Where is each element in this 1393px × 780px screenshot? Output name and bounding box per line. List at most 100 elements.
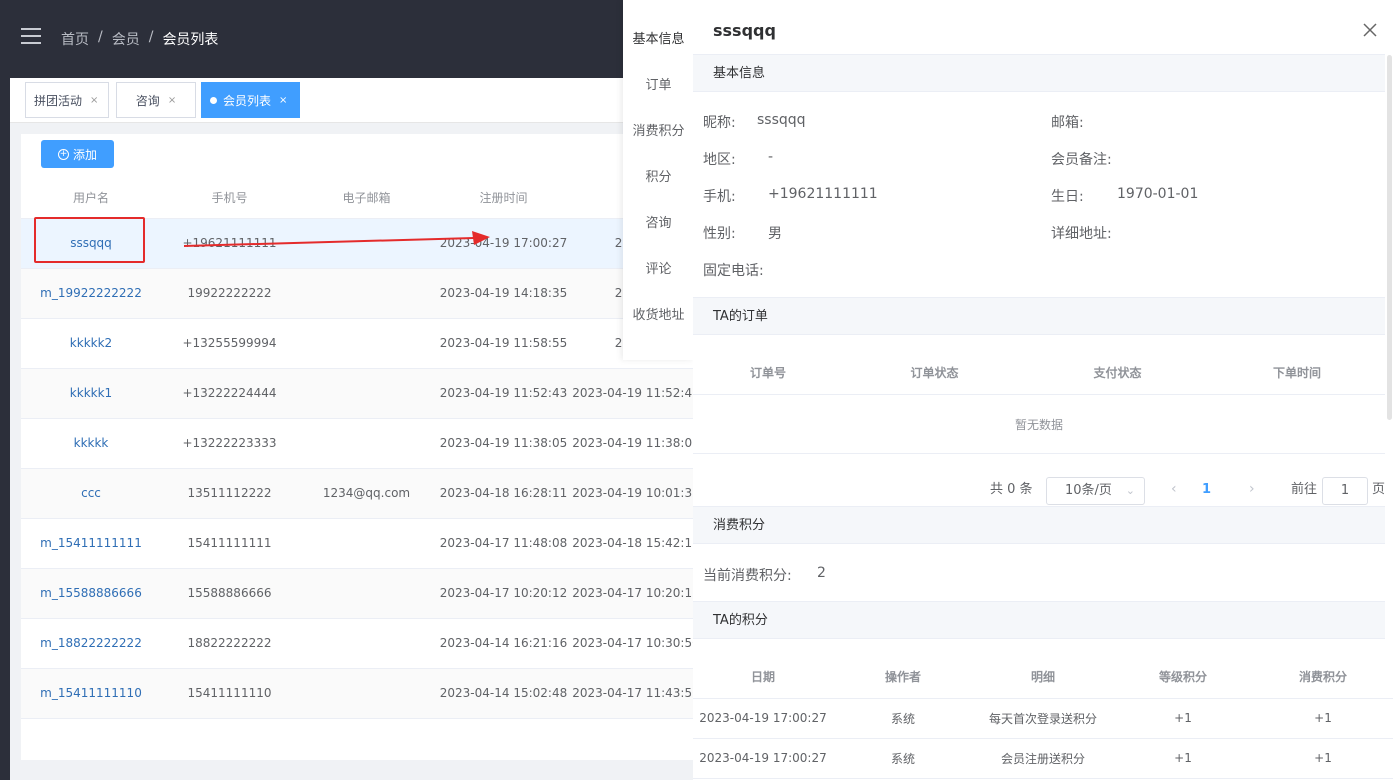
- table-row[interactable]: ccc 13511112222 1234@qq.com 2023-04-18 16:2…: [21, 468, 700, 519]
- table-row[interactable]: m_15588886666 15588886666 2023-04-17 10:20…: [21, 568, 700, 619]
- col-phone[interactable]: 手机号: [161, 178, 298, 219]
- cell-last-login: 2023-04-18 15:42:12: [572, 518, 700, 569]
- cell-phone: 15411111110: [161, 668, 298, 719]
- page-unit: 页: [1372, 482, 1386, 497]
- cell-phone: +13222223333: [161, 418, 298, 469]
- highlight-box: [34, 217, 145, 263]
- col-email[interactable]: 电子邮箱: [298, 178, 435, 219]
- col-operator[interactable]: 操作者: [833, 656, 973, 699]
- drawer-scrollbar[interactable]: [1387, 55, 1392, 420]
- tab-comments[interactable]: 评论: [623, 258, 694, 277]
- cell-email: [298, 318, 435, 369]
- cell-email: [298, 418, 435, 469]
- table-row[interactable]: m_19922222222 19922222222 2023-04-19 14:18…: [21, 268, 700, 319]
- close-icon[interactable]: [1361, 21, 1379, 39]
- consume-points-label: 当前消费积分:: [703, 568, 792, 584]
- close-icon[interactable]: ×: [279, 95, 287, 106]
- cell-consume-points: +1: [1253, 698, 1393, 739]
- prev-page-icon[interactable]: ‹: [1171, 481, 1177, 497]
- breadcrumb: 首页 / 会员 / 会员列表: [61, 29, 219, 49]
- sidebar-edge: [0, 78, 10, 780]
- tab-basic-info[interactable]: 基本信息: [623, 28, 694, 47]
- main-content: 拼团活动× 咨询× 会员列表× + 添加 用户名 手机号 电子邮箱 注册时间 上…: [10, 78, 700, 780]
- breadcrumb-member-list: 会员列表: [162, 32, 219, 48]
- tag-group-buy[interactable]: 拼团活动 ×: [25, 82, 109, 118]
- tag-consult[interactable]: 咨询 ×: [116, 82, 196, 118]
- gender-value: 男: [768, 226, 782, 242]
- tags-view: 拼团活动 × 咨询 × 会员列表 ×: [10, 78, 700, 123]
- col-order-time[interactable]: 下单时间: [1209, 352, 1385, 395]
- col-register-time[interactable]: 注册时间: [435, 178, 572, 219]
- cell-username[interactable]: kkkkk1: [21, 368, 161, 419]
- tab-address[interactable]: 收货地址: [623, 304, 694, 323]
- page-size-select[interactable]: 10条/页 ⌄: [1046, 477, 1145, 505]
- table-row[interactable]: kkkkk1 +13222224444 2023-04-19 11:52:43 202…: [21, 368, 700, 419]
- phone-value: +19621111111: [768, 186, 878, 202]
- cell-operator: 系统: [833, 698, 973, 739]
- col-order-status[interactable]: 订单状态: [843, 352, 1026, 395]
- cell-register-time: 2023-04-19 11:52:43: [435, 368, 572, 419]
- table-row[interactable]: m_15411111110 15411111110 2023-04-14 15:02…: [21, 668, 700, 719]
- col-level-points[interactable]: 等级积分: [1113, 656, 1253, 699]
- cell-username[interactable]: m_19922222222: [21, 268, 161, 319]
- tab-points[interactable]: 积分: [623, 166, 694, 185]
- gender-label: 性别:: [703, 226, 736, 242]
- section-orders: TA的订单: [693, 297, 1385, 335]
- region-label: 地区:: [703, 152, 736, 168]
- cell-register-time: 2023-04-17 10:20:12: [435, 568, 572, 619]
- cell-phone: 13511112222: [161, 468, 298, 519]
- page-number-current[interactable]: 1: [1202, 482, 1211, 497]
- col-detail[interactable]: 明细: [973, 656, 1113, 699]
- detail-anchor-tabs: 基本信息 订单 消费积分 积分 咨询 评论 收货地址: [623, 0, 694, 360]
- cell-last-login: 2023-04-17 10:20:12: [572, 568, 700, 619]
- region-value: -: [768, 149, 774, 165]
- cell-username[interactable]: kkkkk2: [21, 318, 161, 369]
- table-row[interactable]: kkkkk2+132555999942023-04-19 11:58:55202…: [21, 318, 700, 369]
- cell-email: [298, 268, 435, 319]
- table-row[interactable]: m_15411111111 15411111111 2023-04-17 11:48…: [21, 518, 700, 569]
- col-order-no[interactable]: 订单号: [693, 352, 843, 395]
- breadcrumb-member[interactable]: 会员: [112, 29, 140, 49]
- cell-email: [298, 518, 435, 569]
- add-button[interactable]: + 添加: [41, 140, 114, 168]
- cell-detail: 每天首次登录送积分: [973, 698, 1113, 739]
- col-consume-points[interactable]: 消费积分: [1253, 656, 1393, 699]
- hamburger-menu-icon[interactable]: [21, 28, 41, 44]
- cell-register-time: 2023-04-19 11:38:05: [435, 418, 572, 469]
- col-username[interactable]: 用户名: [21, 178, 161, 219]
- cell-register-time: 2023-04-14 16:21:16: [435, 618, 572, 669]
- tag-member-list[interactable]: 会员列表 ×: [201, 82, 300, 118]
- cell-username[interactable]: m_15411111110: [21, 668, 161, 719]
- col-date[interactable]: 日期: [693, 656, 833, 699]
- cell-username[interactable]: m_15588886666: [21, 568, 161, 619]
- cell-email: [298, 618, 435, 669]
- annotation-arrow-icon: [184, 231, 490, 247]
- tab-consult[interactable]: 咨询: [623, 212, 694, 231]
- cell-email: [298, 668, 435, 719]
- cell-username[interactable]: m_15411111111: [21, 518, 161, 569]
- tab-orders[interactable]: 订单: [623, 74, 694, 93]
- goto-page-input[interactable]: 1: [1322, 477, 1368, 505]
- cell-email: 1234@qq.com: [298, 468, 435, 519]
- cell-username[interactable]: kkkkk: [21, 418, 161, 469]
- breadcrumb-home[interactable]: 首页: [61, 29, 89, 49]
- cell-detail: 会员注册送积分: [973, 738, 1113, 779]
- cell-phone: 15411111111: [161, 518, 298, 569]
- table-row: 2023-04-19 17:00:27 系统 每天首次登录送积分 +1 +1: [693, 698, 1393, 739]
- cell-last-login: 2023-04-17 11:43:56: [572, 668, 700, 719]
- cell-username[interactable]: ccc: [21, 468, 161, 519]
- table-row[interactable]: m_18822222222 18822222222 2023-04-14 16:21…: [21, 618, 700, 669]
- close-icon[interactable]: ×: [168, 95, 176, 106]
- close-icon[interactable]: ×: [90, 95, 98, 106]
- col-pay-status[interactable]: 支付状态: [1026, 352, 1209, 395]
- cell-email: [298, 368, 435, 419]
- next-page-icon[interactable]: ›: [1249, 481, 1255, 497]
- cell-username[interactable]: m_18822222222: [21, 618, 161, 669]
- cell-operator: 系统: [833, 738, 973, 779]
- cell-consume-points: +1: [1253, 738, 1393, 779]
- cell-last-login: 2023-04-19 11:52:43: [572, 368, 700, 419]
- cell-register-time: 2023-04-14 15:02:48: [435, 668, 572, 719]
- tab-consume-points[interactable]: 消费积分: [623, 120, 694, 139]
- table-row[interactable]: kkkkk +13222223333 2023-04-19 11:38:05 2023…: [21, 418, 700, 469]
- cell-last-login: 2023-04-19 11:38:05: [572, 418, 700, 469]
